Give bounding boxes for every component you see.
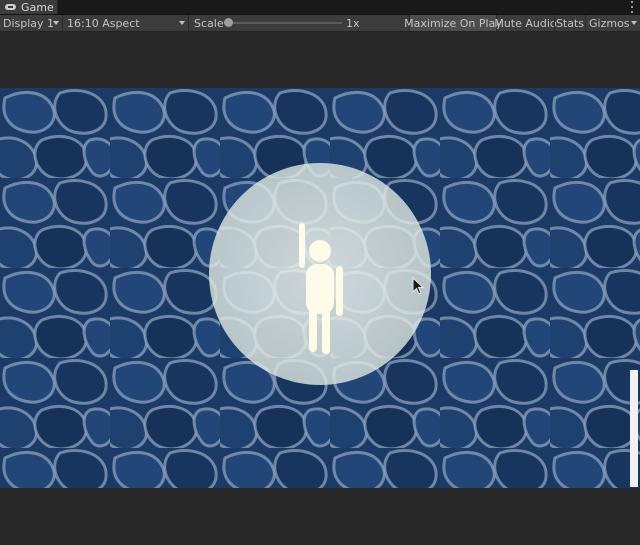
stats-button[interactable]: Stats [554,15,585,31]
mute-audio-button[interactable]: Mute Audio [494,15,557,31]
tab-game[interactable]: Game [0,0,58,14]
game-viewport[interactable] [0,88,640,488]
aspect-dropdown-label: 16:10 Aspect [67,16,140,30]
aspect-dropdown[interactable]: 16:10 Aspect [64,15,189,31]
water-background [0,88,640,488]
scale-label: Scale [194,16,224,30]
more-options-icon[interactable] [630,1,634,13]
display-dropdown-label: Display 1 [3,16,55,30]
display-dropdown[interactable]: Display 1 [0,15,63,31]
scale-value: 1x [346,16,360,30]
tab-game-label: Game [21,0,54,14]
chevron-down-icon [179,21,185,25]
scale-slider-track[interactable] [227,22,342,24]
scale-slider-handle[interactable] [224,18,233,27]
tab-strip: Game [0,0,640,15]
chevron-down-icon [631,21,637,25]
game-toolbar: Display 1 16:10 Aspect Scale 1x Maximize… [0,15,640,32]
stats-label: Stats [555,16,585,30]
gamepad-icon [5,3,17,11]
maximize-on-play-label: Maximize On Play [404,16,502,30]
gizmos-dropdown[interactable]: Gizmos [585,15,640,31]
chevron-down-icon [53,21,59,25]
gizmos-label: Gizmos [589,16,630,30]
viewport-scrollbar[interactable] [630,370,638,487]
maximize-on-play-button[interactable]: Maximize On Play [404,15,502,31]
mute-audio-label: Mute Audio [494,16,557,30]
